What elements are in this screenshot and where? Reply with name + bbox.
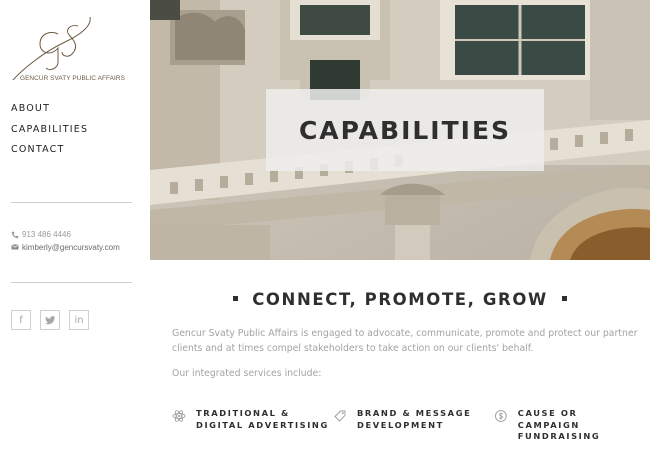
main-nav: ABOUT CAPABILITIES CONTACT: [11, 103, 88, 165]
nav-item-about-link[interactable]: ABOUT: [11, 103, 50, 114]
services-intro: Our integrated services include:: [172, 368, 322, 379]
sidebar: GENCUR SVATY PUBLIC AFFAIRS ABOUT CAPABI…: [0, 0, 150, 450]
page-title: CAPABILITIES: [298, 115, 512, 145]
atom-icon: [172, 410, 186, 422]
logo[interactable]: GENCUR SVATY PUBLIC AFFAIRS: [10, 12, 135, 84]
divider: [11, 202, 132, 203]
facebook-icon: f: [19, 314, 23, 326]
section-heading: CONNECT, PROMOTE, GROW: [150, 290, 650, 309]
divider: [11, 282, 132, 283]
nav-item-capabilities-link[interactable]: CAPABILITIES: [11, 124, 88, 135]
nav-item-contact-link[interactable]: CONTACT: [11, 144, 64, 155]
brand-name: GENCUR SVATY PUBLIC AFFAIRS: [20, 75, 125, 82]
hero-banner: CAPABILITIES: [150, 0, 650, 260]
service-label-line2: DEVELOPMENT: [357, 419, 444, 430]
section-heading-text: CONNECT, PROMOTE, GROW: [252, 290, 548, 309]
envelope-icon: [11, 244, 19, 250]
service-label-line2: DIGITAL ADVERTISING: [196, 419, 329, 430]
twitter-button[interactable]: [40, 310, 60, 330]
phone-number: 913 486 4446: [22, 230, 71, 239]
service-label-line1: BRAND & MESSAGE: [357, 408, 472, 418]
logo-monogram-icon: [12, 16, 91, 81]
coin-icon: [495, 410, 507, 422]
service-label-line2: FUNDRAISING: [517, 431, 601, 441]
nav-item-contact[interactable]: CONTACT: [11, 144, 88, 155]
bullet-icon: [561, 296, 567, 301]
phone-icon: [11, 231, 19, 238]
intro-paragraph: Gencur Svaty Public Affairs is engaged t…: [172, 328, 638, 354]
linkedin-button[interactable]: in: [69, 310, 89, 330]
service-item: TRADITIONAL & DIGITAL ADVERTISING: [172, 408, 329, 431]
nav-item-about[interactable]: ABOUT: [11, 103, 88, 114]
bullet-icon: [233, 296, 239, 301]
service-label-line1: TRADITIONAL &: [196, 408, 290, 418]
service-item: CAUSE OR CAMPAIGN FUNDRAISING: [494, 408, 642, 443]
service-item: BRAND & MESSAGE DEVELOPMENT: [333, 408, 471, 431]
nav-item-capabilities[interactable]: CAPABILITIES: [11, 124, 88, 135]
contact-info: 913 486 4446 kimberly@gencursvaty.com: [11, 230, 120, 255]
linkedin-icon: in: [74, 314, 84, 326]
phone-row: 913 486 4446: [11, 230, 120, 239]
twitter-icon: [44, 315, 55, 324]
tag-icon: [334, 410, 346, 422]
social-links: f in: [11, 310, 89, 330]
facebook-button[interactable]: f: [11, 310, 31, 330]
email-row[interactable]: kimberly@gencursvaty.com: [11, 243, 120, 252]
email-link[interactable]: kimberly@gencursvaty.com: [22, 243, 120, 252]
hero-title-box: CAPABILITIES: [266, 89, 544, 171]
service-label-line1: CAUSE OR CAMPAIGN: [517, 408, 580, 430]
